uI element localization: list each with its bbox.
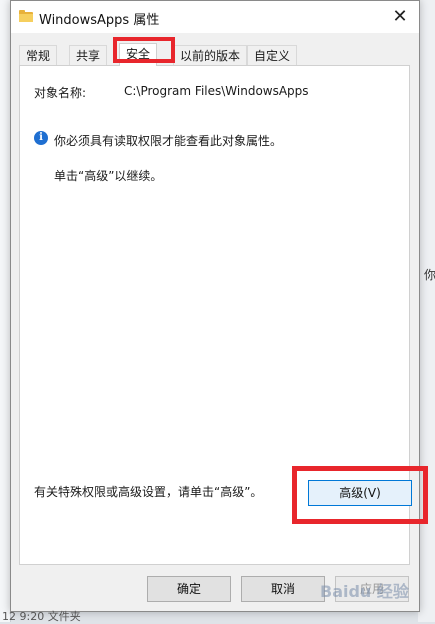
- tab-previous-versions[interactable]: 以前的版本: [173, 45, 248, 65]
- continue-message: 单击“高级”以继续。: [54, 169, 163, 183]
- tab-security[interactable]: 安全: [119, 43, 158, 66]
- tab-strip: 常规 共享 安全 以前的版本 自定义: [19, 37, 411, 66]
- special-permissions-text: 有关特殊权限或高级设置，请单击“高级”。: [34, 485, 263, 499]
- window-title: WindowsApps 属性: [39, 13, 160, 28]
- close-icon[interactable]: ✕: [387, 5, 413, 29]
- background-hint-text: 你: [424, 268, 435, 282]
- ok-button[interactable]: 确定: [147, 576, 231, 602]
- object-name-value: C:\Program Files\WindowsApps: [124, 84, 309, 98]
- security-panel: 对象名称: C:\Program Files\WindowsApps i 你必须…: [19, 65, 428, 565]
- title-bar[interactable]: WindowsApps 属性 ✕: [11, 1, 419, 33]
- apply-button[interactable]: 应用: [335, 576, 409, 602]
- properties-dialog: WindowsApps 属性 ✕ 常规 共享 安全 以前的版本 自定义 对象名称…: [10, 0, 428, 612]
- object-name-label: 对象名称:: [34, 86, 87, 100]
- info-icon: i: [34, 131, 48, 145]
- tab-general[interactable]: 常规: [19, 45, 58, 65]
- background-window-right: 你: [418, 0, 435, 622]
- cancel-button[interactable]: 取消: [241, 576, 325, 602]
- tab-sharing[interactable]: 共享: [69, 45, 108, 65]
- permission-info-message: 你必须具有读取权限才能查看此对象属性。: [54, 134, 283, 148]
- tab-customize[interactable]: 自定义: [247, 45, 298, 65]
- folder-icon: [19, 10, 33, 22]
- advanced-button[interactable]: 高级(V): [308, 480, 412, 506]
